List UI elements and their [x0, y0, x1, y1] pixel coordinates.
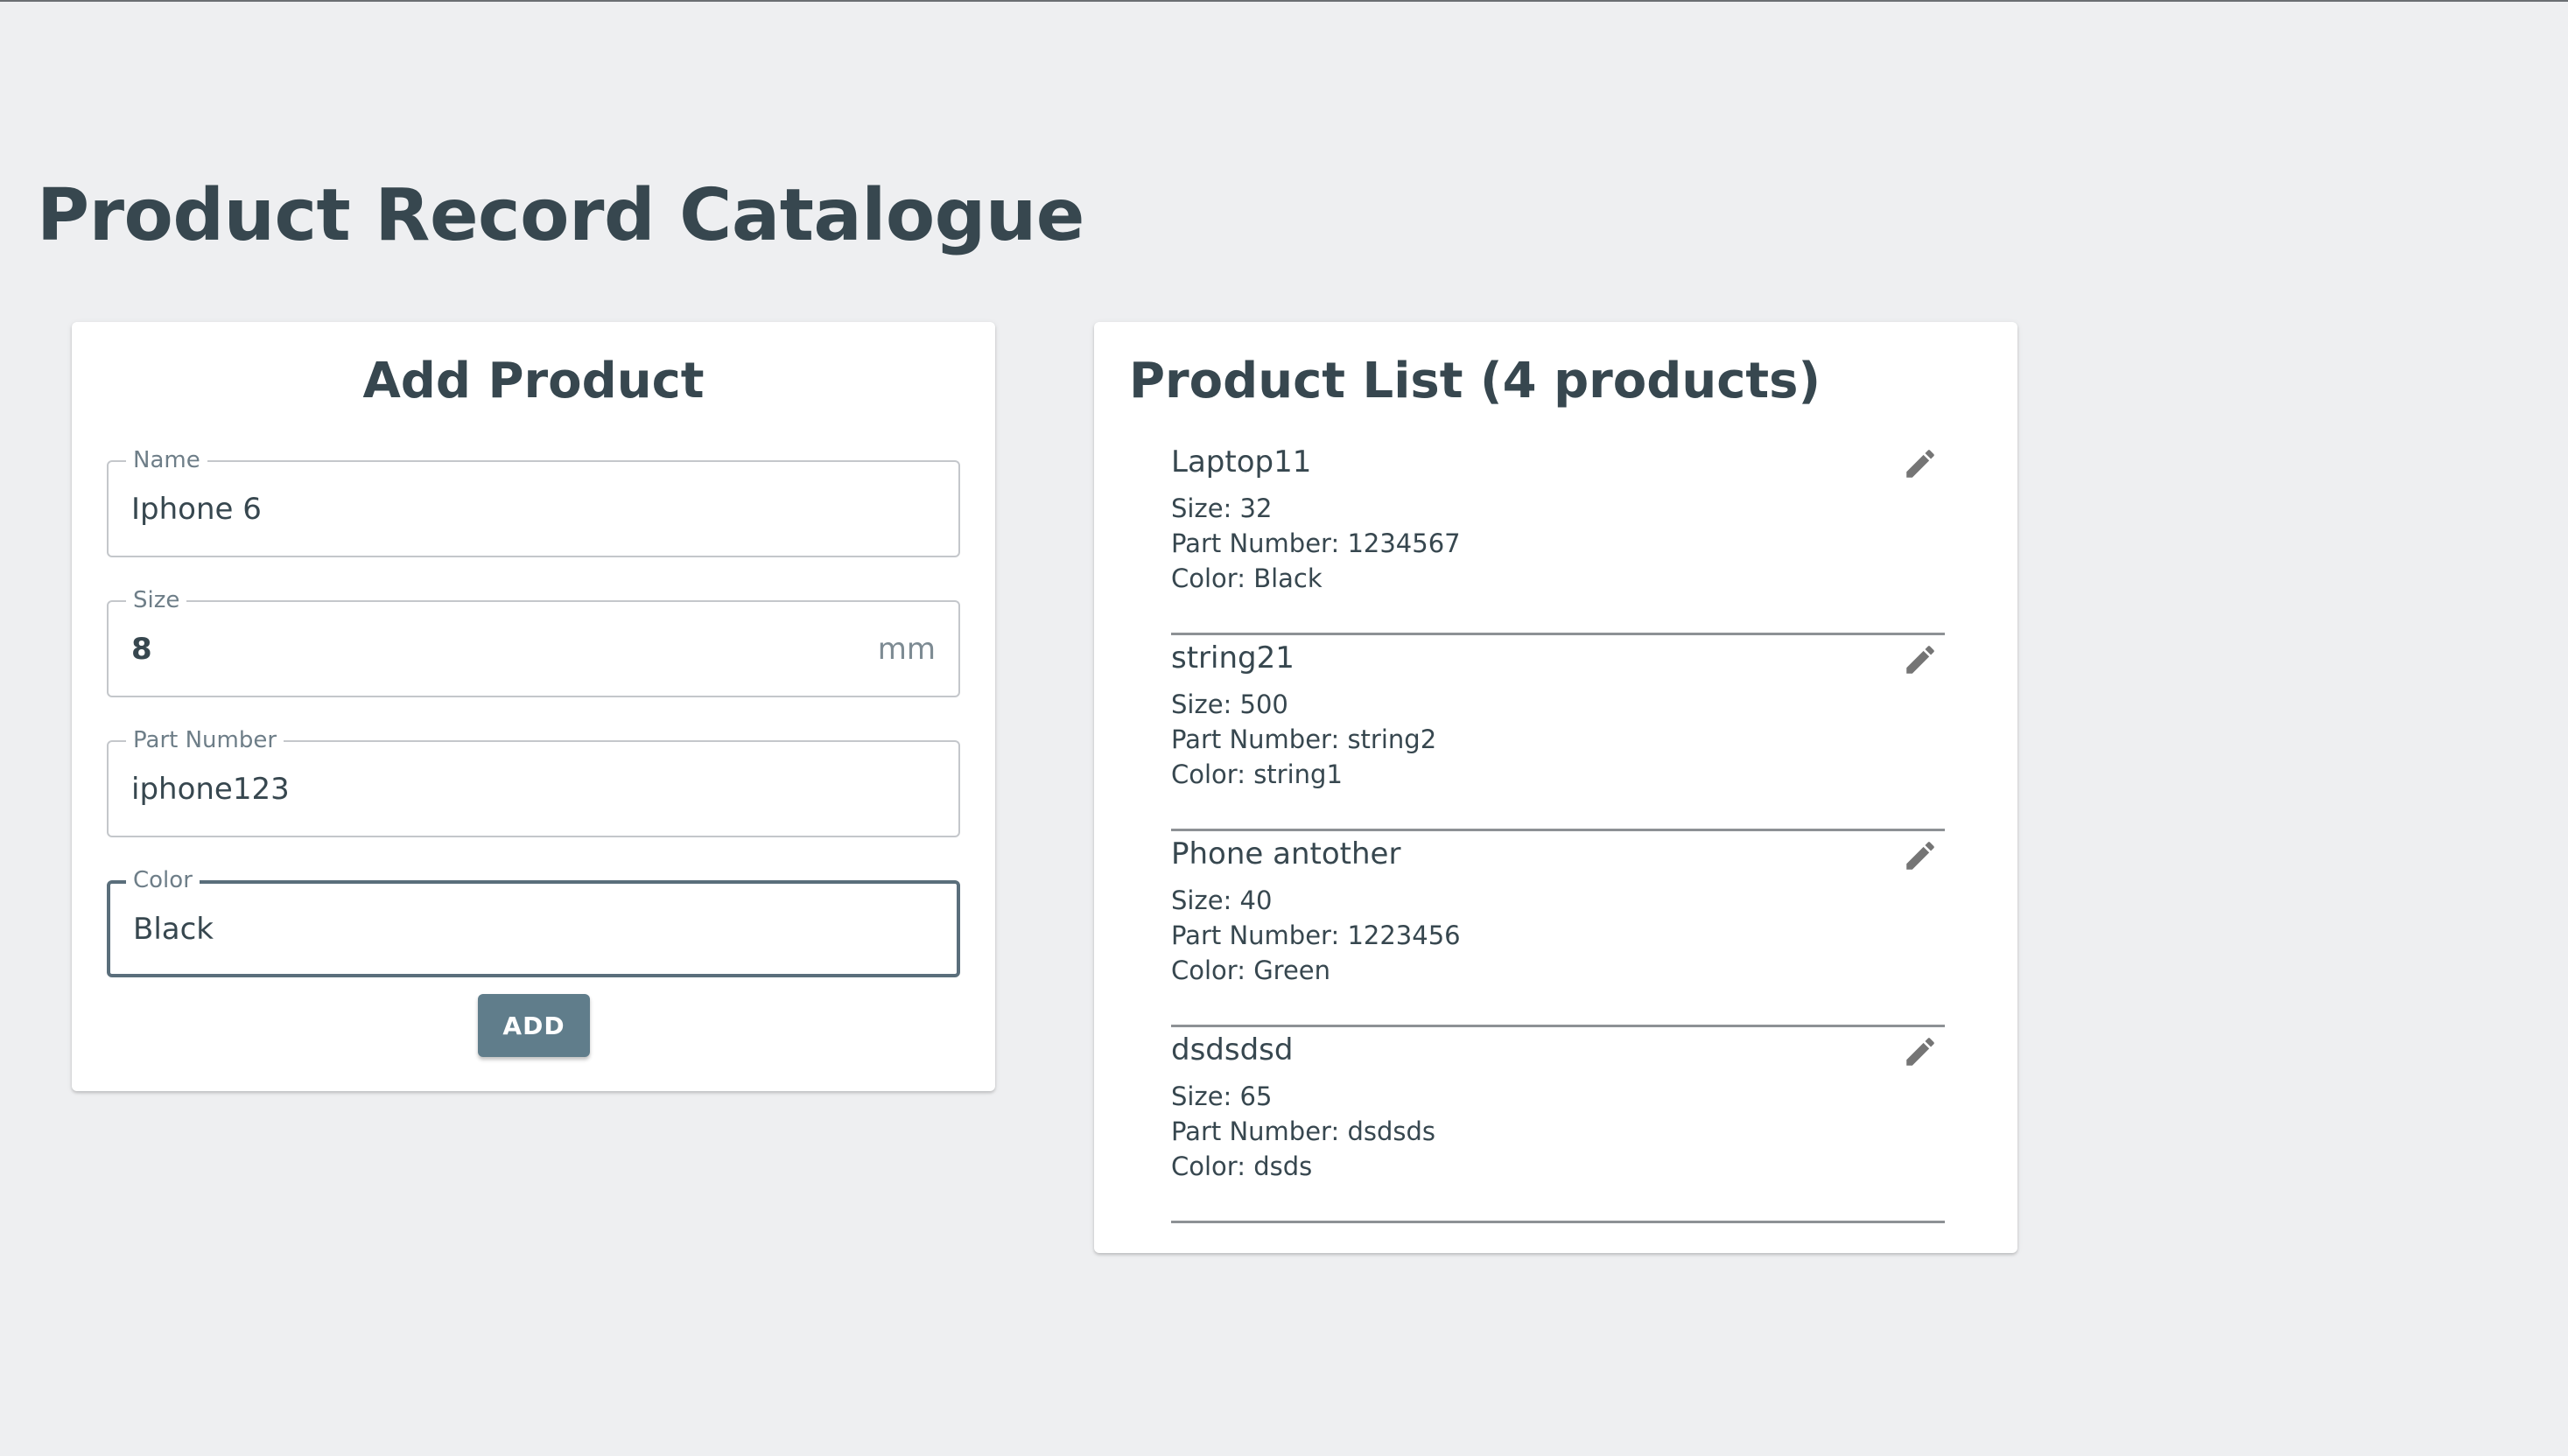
edit-product-button[interactable]	[1896, 831, 1945, 880]
name-input[interactable]: Iphone 6	[131, 490, 849, 528]
add-product-title: Add Product	[362, 353, 705, 410]
product-list-item: string21 Size: 500 Part Number: string2 …	[1171, 635, 1945, 831]
pencil-icon	[1906, 842, 1934, 870]
product-color: Color: Black	[1171, 564, 1323, 593]
product-name: Laptop11	[1171, 444, 1312, 480]
size-field[interactable]: Size 8 mm	[107, 586, 960, 697]
product-list-title: Product List (4 products)	[1129, 353, 1821, 410]
part-number-input[interactable]: iphone123	[131, 770, 849, 808]
size-unit-suffix: mm	[877, 631, 936, 667]
edit-product-button[interactable]	[1896, 635, 1945, 684]
product-size: Size: 65	[1171, 1082, 1273, 1111]
color-field-label: Color	[126, 866, 200, 894]
product-part-number: Part Number: dsdsds	[1171, 1116, 1435, 1146]
product-list-item: dsdsdsd Size: 65 Part Number: dsdsds Col…	[1171, 1027, 1945, 1223]
product-part-number: Part Number: string2	[1171, 724, 1437, 754]
product-size: Size: 32	[1171, 494, 1273, 523]
product-list-item: Laptop11 Size: 32 Part Number: 1234567 C…	[1171, 439, 1945, 635]
part-number-field[interactable]: Part Number iphone123	[107, 726, 960, 837]
part-number-field-label: Part Number	[126, 726, 284, 754]
product-part-number: Part Number: 1223456	[1171, 920, 1461, 950]
edit-product-button[interactable]	[1896, 439, 1945, 488]
size-input[interactable]: 8	[131, 630, 849, 668]
product-name: dsdsdsd	[1171, 1032, 1294, 1068]
product-list-item: Phone antother Size: 40 Part Number: 122…	[1171, 831, 1945, 1027]
edit-product-button[interactable]	[1896, 1027, 1945, 1076]
product-name: Phone antother	[1171, 836, 1401, 872]
color-field[interactable]: Color Black	[107, 866, 960, 977]
add-product-card: Add Product Name Iphone 6 Size 8 mm Part…	[72, 322, 995, 1091]
product-list-card: Product List (4 products) Laptop11 Size:…	[1094, 322, 2017, 1253]
color-input[interactable]: Black	[133, 910, 851, 948]
product-color: Color: string1	[1171, 760, 1343, 789]
product-size: Size: 40	[1171, 886, 1273, 915]
product-color: Color: Green	[1171, 956, 1331, 985]
pencil-icon	[1906, 450, 1934, 478]
size-field-label: Size	[126, 586, 187, 614]
pencil-icon	[1906, 1038, 1934, 1066]
name-field-label: Name	[126, 446, 207, 474]
product-part-number: Part Number: 1234567	[1171, 528, 1461, 558]
add-button[interactable]: ADD	[478, 994, 590, 1057]
product-name: string21	[1171, 640, 1295, 676]
pencil-icon	[1906, 646, 1934, 674]
product-size: Size: 500	[1171, 690, 1288, 719]
name-field[interactable]: Name Iphone 6	[107, 446, 960, 557]
page-title: Product Record Catalogue	[37, 174, 1084, 257]
product-color: Color: dsds	[1171, 1152, 1313, 1181]
